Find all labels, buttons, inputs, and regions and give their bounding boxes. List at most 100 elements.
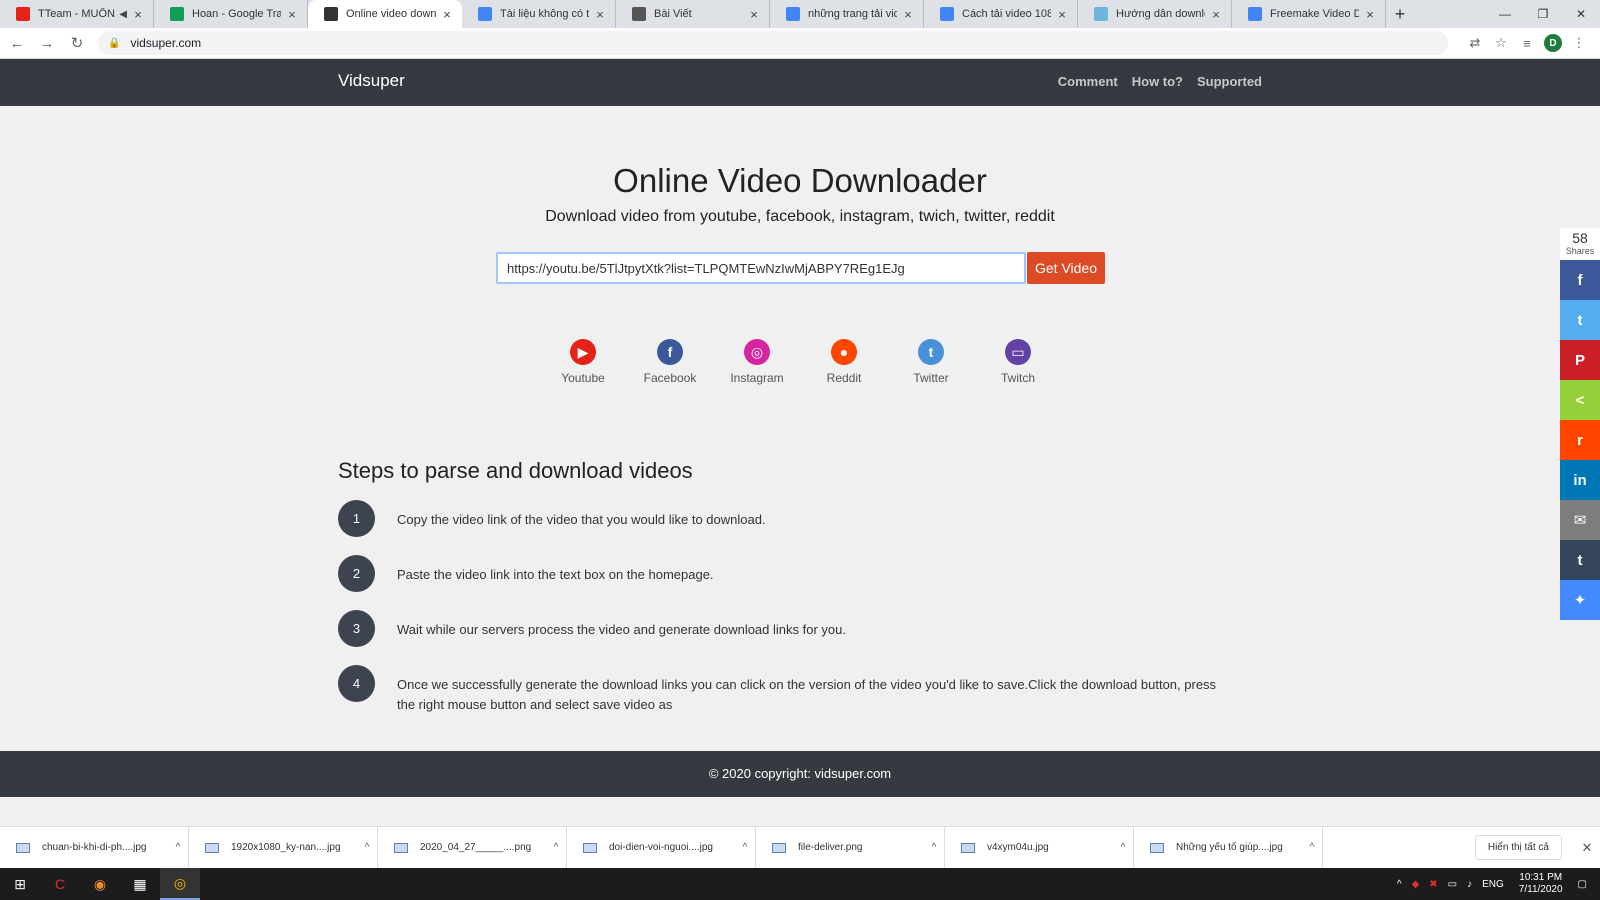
image-file-icon xyxy=(394,842,408,853)
tab-close-icon[interactable]: × xyxy=(901,7,915,22)
lock-icon[interactable]: 🔒 xyxy=(108,38,120,49)
reload-icon[interactable]: ↻ xyxy=(64,30,90,56)
chevron-up-icon[interactable]: ^ xyxy=(735,842,755,853)
windows-start-icon[interactable]: ⊞ xyxy=(0,868,40,900)
browser-tab[interactable]: những trang tải video × xyxy=(770,0,924,28)
nav-supported[interactable]: Supported xyxy=(1197,74,1262,89)
forward-icon[interactable]: → xyxy=(34,30,60,56)
chevron-up-icon[interactable]: ^ xyxy=(1113,842,1133,853)
browser-tab[interactable]: Tài liệu không có tiêu đ × xyxy=(462,0,616,28)
chrome-icon[interactable]: ◎ xyxy=(160,868,200,900)
linkedin-icon: in xyxy=(1573,471,1587,489)
chevron-up-icon[interactable]: ^ xyxy=(357,842,377,853)
video-url-input[interactable] xyxy=(496,252,1026,284)
app-launcher-icon[interactable]: ▦ xyxy=(120,868,160,900)
copyright-text: © 2020 copyright: vidsuper.com xyxy=(708,766,892,781)
network-icon[interactable]: ▭ xyxy=(1448,879,1457,890)
close-download-shelf-icon[interactable]: ✕ xyxy=(1574,840,1600,856)
tab-label: Bài Viết xyxy=(654,8,692,20)
profile-avatar[interactable]: D xyxy=(1544,34,1562,52)
tab-close-icon[interactable]: × xyxy=(593,7,607,22)
window-controls: — ❐ ✕ xyxy=(1486,0,1600,28)
menu-kebab-icon[interactable]: ⋮ xyxy=(1566,30,1592,56)
image-file-icon xyxy=(205,842,219,853)
platform-twitch[interactable]: ▭ Twitch xyxy=(978,339,1058,385)
tab-close-icon[interactable]: × xyxy=(131,7,145,22)
tab-close-icon[interactable]: × xyxy=(1209,7,1223,22)
ccleaner-icon[interactable]: C xyxy=(40,868,80,900)
tab-label: Hoan - Google Trang tí xyxy=(192,8,281,20)
close-window-icon[interactable]: ✕ xyxy=(1562,0,1600,28)
media-control-icon[interactable]: ≡ xyxy=(1514,30,1540,56)
download-item[interactable]: file-deliver.png ^ xyxy=(756,826,945,869)
restore-icon[interactable]: ❐ xyxy=(1524,0,1562,28)
browser-tab[interactable]: Hoan - Google Trang tí × xyxy=(154,0,308,28)
download-item[interactable]: 1920x1080_ky-nan....jpg ^ xyxy=(189,826,378,869)
sharethis-share-button[interactable]: < xyxy=(1560,380,1600,420)
nav-how-to[interactable]: How to? xyxy=(1132,74,1183,89)
bookmark-star-icon[interactable]: ☆ xyxy=(1488,30,1514,56)
messenger-share-button[interactable]: ✦ xyxy=(1560,580,1600,620)
new-tab-button[interactable]: + xyxy=(1386,0,1414,28)
browser-toolbar: ← → ↻ 🔒 vidsuper.com ⇄ ☆ ≡ D ⋮ xyxy=(0,28,1600,59)
chevron-up-icon[interactable]: ^ xyxy=(924,842,944,853)
site-nav-links: Comment How to? Supported xyxy=(1058,74,1262,89)
twitter-share-button[interactable]: t xyxy=(1560,300,1600,340)
download-item[interactable]: chuan-bi-khi-di-ph....jpg ^ xyxy=(0,826,189,869)
nav-comment[interactable]: Comment xyxy=(1058,74,1118,89)
tab-close-icon[interactable]: × xyxy=(1055,7,1069,22)
linkedin-share-button[interactable]: in xyxy=(1560,460,1600,500)
tab-close-icon[interactable]: × xyxy=(1363,7,1377,22)
browser-tab[interactable]: Cách tải video 1080 - T × xyxy=(924,0,1078,28)
back-icon[interactable]: ← xyxy=(4,30,30,56)
facebook-share-button[interactable]: f xyxy=(1560,260,1600,300)
volume-icon[interactable]: ♪ xyxy=(1467,879,1472,890)
chevron-up-icon[interactable]: ^ xyxy=(168,842,188,853)
show-all-downloads-button[interactable]: Hiển thị tất cả xyxy=(1474,835,1562,860)
tray-app-icon[interactable]: ✖ xyxy=(1429,879,1437,890)
platform-instagram[interactable]: ◎ Instagram xyxy=(717,339,797,385)
download-item[interactable]: 2020_04_27_____....png ^ xyxy=(378,826,567,869)
platform-facebook[interactable]: f Facebook xyxy=(630,339,710,385)
tab-close-icon[interactable]: × xyxy=(285,7,299,22)
pinterest-share-button[interactable]: P xyxy=(1560,340,1600,380)
tab-label: Online video downloader xyxy=(346,8,436,20)
language-indicator[interactable]: ENG xyxy=(1482,879,1504,890)
platform-label: Youtube xyxy=(561,371,605,385)
tab-close-icon[interactable]: × xyxy=(440,7,454,22)
download-item[interactable]: doi-dien-voi-nguoi....jpg ^ xyxy=(567,826,756,869)
platform-youtube[interactable]: ▶ Youtube xyxy=(543,339,623,385)
translate-icon[interactable]: ⇄ xyxy=(1462,30,1488,56)
coccoc-browser-icon[interactable]: ◉ xyxy=(80,868,120,900)
sharethis-icon: < xyxy=(1575,391,1585,409)
tab-audio-icon[interactable]: ◀ xyxy=(119,9,127,20)
browser-tab[interactable]: Freemake Video Down × xyxy=(1232,0,1386,28)
image-file-icon xyxy=(772,842,786,853)
address-bar[interactable]: 🔒 vidsuper.com xyxy=(98,31,1448,55)
notifications-icon[interactable]: ▢ xyxy=(1578,879,1587,890)
site-brand[interactable]: Vidsuper xyxy=(338,71,405,91)
download-item[interactable]: Những yếu tố giúp....jpg ^ xyxy=(1134,826,1323,869)
clock[interactable]: 10:31 PM 7/11/2020 xyxy=(1519,872,1563,896)
browser-tab[interactable]: Bài Viết × xyxy=(616,0,770,28)
platform-reddit[interactable]: ● Reddit xyxy=(804,339,884,385)
tumblr-share-button[interactable]: t xyxy=(1560,540,1600,580)
tab-label: những trang tải video xyxy=(808,8,897,20)
browser-tab[interactable]: Hướng dẫn download × xyxy=(1078,0,1232,28)
reddit-share-button[interactable]: r xyxy=(1560,420,1600,460)
antivirus-icon[interactable]: ◆ xyxy=(1412,879,1420,890)
chevron-up-icon[interactable]: ^ xyxy=(1302,842,1322,853)
get-video-button[interactable]: Get Video xyxy=(1027,252,1105,284)
email-share-button[interactable]: ✉ xyxy=(1560,500,1600,540)
minimize-icon[interactable]: — xyxy=(1486,0,1524,28)
tray-expand-icon[interactable]: ^ xyxy=(1397,879,1402,890)
chevron-up-icon[interactable]: ^ xyxy=(546,842,566,853)
browser-tab[interactable]: TTeam - MUỐN NC◀ × xyxy=(0,0,154,28)
tab-label: Freemake Video Down xyxy=(1270,8,1359,20)
browser-tab[interactable]: Online video downloader × xyxy=(308,0,462,28)
platform-twitter[interactable]: t Twitter xyxy=(891,339,971,385)
tab-close-icon[interactable]: × xyxy=(747,7,761,22)
download-item[interactable]: v4xym04u.jpg ^ xyxy=(945,826,1134,869)
step-number: 4 xyxy=(338,665,375,702)
main-content: Online Video Downloader Download video f… xyxy=(0,106,1600,751)
